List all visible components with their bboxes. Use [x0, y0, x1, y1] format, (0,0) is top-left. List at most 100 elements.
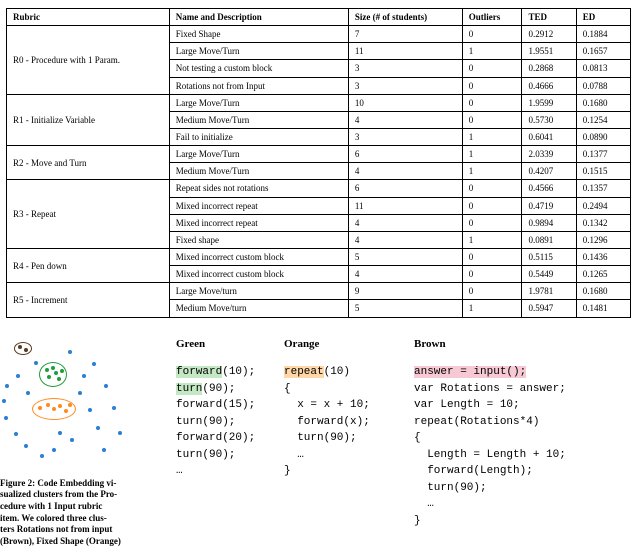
cell-name: Repeat sides not rotations: [169, 180, 348, 197]
cell-ed: 0.1436: [576, 248, 630, 265]
code-line: forward(x);: [284, 414, 414, 431]
code-header: Green: [176, 336, 284, 353]
dot: [70, 438, 74, 442]
code-line: repeat(10): [284, 364, 414, 381]
cell-ted: 0.2912: [522, 26, 576, 43]
cell-name: Large Move/Turn: [169, 43, 348, 60]
code-line: {: [414, 430, 614, 447]
figcap-line: ters Rotations not from input: [0, 524, 112, 534]
dot: [118, 431, 122, 435]
code-line: Length = Length + 10;: [414, 447, 614, 464]
th-ed: ED: [576, 9, 630, 26]
cell-out: 0: [462, 180, 522, 197]
code-line: turn(90);: [176, 414, 284, 431]
dot: [57, 377, 61, 381]
figcap-line: item. We colored three clus-: [0, 513, 107, 523]
code-line: forward(15);: [176, 397, 284, 414]
dot: [112, 406, 116, 410]
dot: [58, 404, 62, 408]
cell-name: Medium Move/Turn: [169, 111, 348, 128]
cell-name: Fail to initialize: [169, 128, 348, 145]
code-line: answer = input();: [414, 364, 614, 381]
cell-size: 4: [348, 214, 462, 231]
cell-size: 4: [348, 163, 462, 180]
th-out: Outliers: [462, 9, 522, 26]
figure-caption: Figure 2: Code Embedding vi- sualized cl…: [0, 478, 132, 548]
code-line: }: [414, 513, 614, 530]
cell-name: Fixed shape: [169, 231, 348, 248]
code-line: …: [284, 447, 414, 464]
cell-out: 1: [462, 128, 522, 145]
cell-ed: 0.1357: [576, 180, 630, 197]
dot: [60, 369, 64, 373]
cell-name: Medium Move/turn: [169, 300, 348, 317]
figcap-line: cedure with 1 Input rubric: [0, 501, 102, 511]
cell-name: Mixed incorrect repeat: [169, 214, 348, 231]
cell-ed: 0.1680: [576, 283, 630, 300]
dot: [38, 406, 42, 410]
dot: [102, 448, 106, 452]
table-row: R5 - IncrementLarge Move/turn901.97810.1…: [7, 283, 631, 300]
cell-size: 11: [348, 43, 462, 60]
cell-out: 0: [462, 26, 522, 43]
figcap-line: sualized clusters from the Pro-: [0, 489, 117, 499]
cell-size: 11: [348, 197, 462, 214]
cell-size: 3: [348, 77, 462, 94]
cell-ed: 0.1680: [576, 94, 630, 111]
th-name: Name and Description: [169, 9, 348, 26]
dot: [64, 409, 68, 413]
dot: [24, 348, 28, 352]
code-line: forward(20);: [176, 430, 284, 447]
cell-out: 1: [462, 146, 522, 163]
cell-out: 0: [462, 111, 522, 128]
cell-size: 3: [348, 128, 462, 145]
cell-name: Rotations not from Input: [169, 77, 348, 94]
dot: [52, 407, 56, 411]
cell-out: 0: [462, 248, 522, 265]
cell-ed: 0.0813: [576, 60, 630, 77]
cell-out: 1: [462, 300, 522, 317]
code-line: …: [176, 463, 284, 480]
cell-ed: 0.1377: [576, 146, 630, 163]
dot: [14, 432, 18, 436]
cell-size: 4: [348, 231, 462, 248]
cell-ted: 0.9894: [522, 214, 576, 231]
dot: [68, 350, 72, 354]
cell-ed: 0.1342: [576, 214, 630, 231]
cell-ed: 0.1657: [576, 43, 630, 60]
dot: [92, 362, 96, 366]
dot: [45, 368, 49, 372]
cell-out: 0: [462, 266, 522, 283]
dot: [16, 374, 20, 378]
dot: [54, 371, 58, 375]
code-brown: Brown answer = input(); var Rotations = …: [414, 336, 614, 548]
rubric-table: Rubric Name and Description Size (# of s…: [6, 8, 631, 318]
table-row: R3 - RepeatRepeat sides not rotations600…: [7, 180, 631, 197]
cell-ted: 0.5449: [522, 266, 576, 283]
cell-name: Fixed Shape: [169, 26, 348, 43]
cell-ted: 0.5115: [522, 248, 576, 265]
cell-ted: 0.0891: [522, 231, 576, 248]
code-line: repeat(Rotations*4): [414, 414, 614, 431]
dot: [52, 448, 56, 452]
table-row: R0 - Procedure with 1 Param.Fixed Shape7…: [7, 26, 631, 43]
cell-name: Mixed incorrect custom block: [169, 248, 348, 265]
table-row: R1 - Initialize VariableLarge Move/Turn1…: [7, 94, 631, 111]
dot: [104, 384, 108, 388]
cell-size: 4: [348, 111, 462, 128]
cell-rubric: R2 - Move and Turn: [7, 146, 170, 180]
cell-out: 0: [462, 60, 522, 77]
code-line: x = x + 10;: [284, 397, 414, 414]
dot: [2, 399, 6, 403]
dot: [58, 431, 62, 435]
cell-ted: 1.9551: [522, 43, 576, 60]
dot: [96, 426, 100, 430]
table-row: R4 - Pen downMixed incorrect custom bloc…: [7, 248, 631, 265]
cell-ted: 0.4566: [522, 180, 576, 197]
cell-size: 6: [348, 180, 462, 197]
cell-out: 0: [462, 94, 522, 111]
dot: [24, 444, 28, 448]
cell-out: 0: [462, 197, 522, 214]
cell-ted: 0.4207: [522, 163, 576, 180]
cluster-ring-brown: [14, 342, 32, 355]
